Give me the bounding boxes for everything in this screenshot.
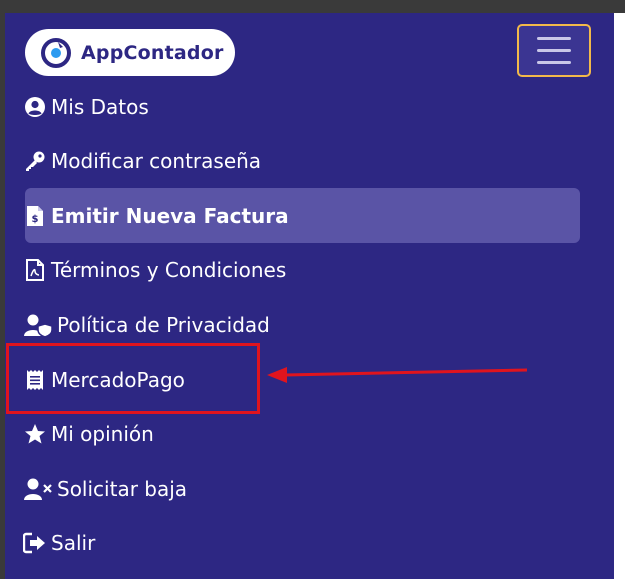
sidebar-item-mi-opinion[interactable]: Mi opinión — [23, 418, 154, 450]
sidebar-item-label: Mi opinión — [51, 422, 154, 446]
sidebar-item-solicitar-baja[interactable]: Solicitar baja — [23, 473, 187, 505]
right-edge-strip — [614, 13, 625, 579]
sidebar-item-label: Mis Datos — [51, 95, 149, 119]
invoice-dollar-icon: $ — [23, 204, 47, 228]
sidebar-item-mis-datos[interactable]: Mis Datos — [23, 91, 149, 123]
sidebar-item-terminos-y-condiciones[interactable]: Términos y Condiciones — [23, 254, 286, 286]
annotation-highlight-box — [6, 343, 260, 414]
star-icon — [23, 422, 47, 446]
sidebar-item-emitir-nueva-factura[interactable]: $ Emitir Nueva Factura — [23, 200, 289, 232]
sidebar-item-label: Modificar contraseña — [51, 149, 262, 173]
sidebar-item-salir[interactable]: Salir — [23, 527, 95, 559]
pdf-document-icon — [23, 258, 47, 282]
sidebar-item-label: Emitir Nueva Factura — [51, 204, 289, 228]
sidebar-item-label: Política de Privacidad — [57, 313, 270, 337]
sidebar-item-modificar-contrasena[interactable]: Modificar contraseña — [23, 145, 261, 177]
annotation-arrow-icon — [267, 367, 528, 383]
sidebar-panel: AppContador Mis Datos Modificar contrase… — [5, 13, 614, 579]
sidebar-item-politica-de-privacidad[interactable]: Política de Privacidad — [23, 309, 270, 341]
key-icon — [23, 149, 47, 173]
sidebar-item-label: Salir — [51, 531, 96, 555]
sidebar-item-label: Solicitar baja — [57, 477, 188, 501]
user-circle-icon — [23, 95, 47, 119]
sidebar-item-label: Términos y Condiciones — [51, 258, 287, 282]
nav-menu: Mis Datos Modificar contraseña $ Emitir … — [5, 13, 614, 579]
user-shield-icon — [23, 313, 53, 337]
svg-text:$: $ — [32, 214, 39, 225]
user-remove-icon — [23, 477, 53, 501]
sign-out-icon — [23, 531, 47, 555]
